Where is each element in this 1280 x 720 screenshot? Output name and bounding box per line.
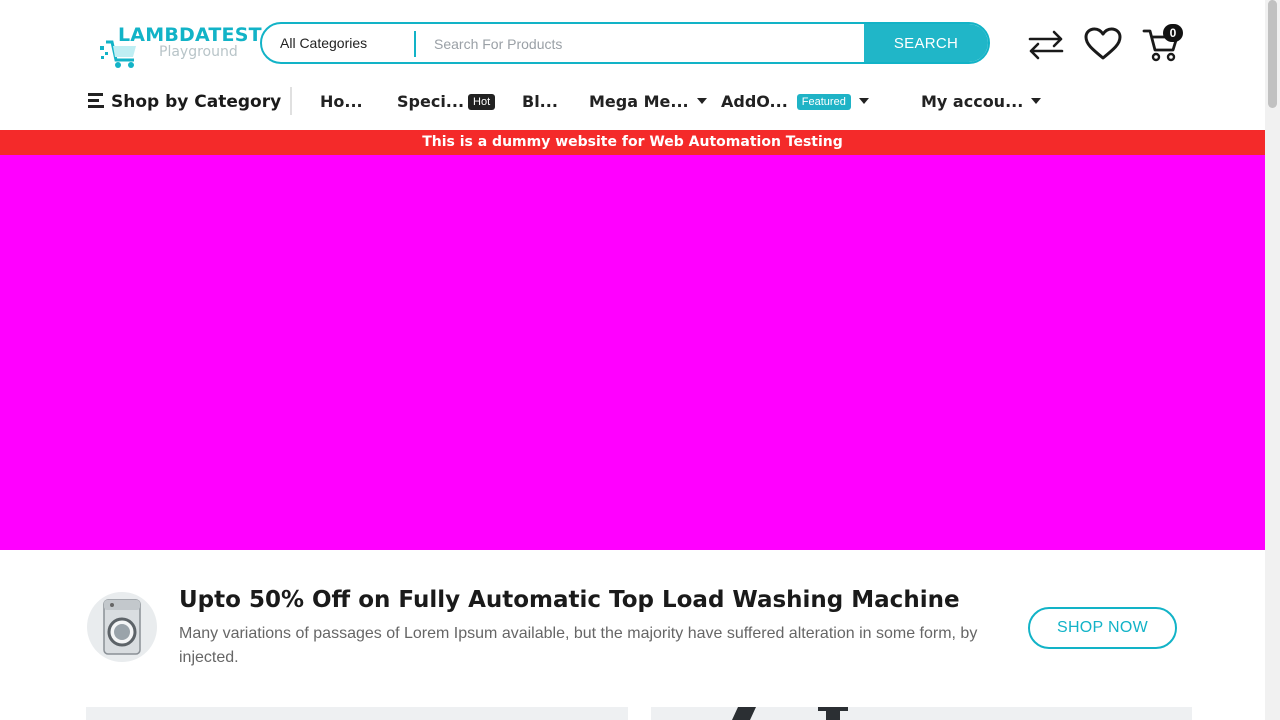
promo-section: Upto 50% Off on Fully Automatic Top Load… bbox=[0, 550, 1265, 720]
hot-badge: Hot bbox=[468, 94, 496, 110]
featured-badge: Featured bbox=[796, 94, 851, 110]
search-input[interactable] bbox=[432, 24, 866, 62]
search-divider bbox=[414, 31, 416, 57]
nav-item-label: Bl... bbox=[522, 92, 558, 111]
shop-now-button[interactable]: SHOP NOW bbox=[1028, 607, 1177, 649]
main-nav: Shop by Category Ho... Speci... Hot Bl...… bbox=[0, 86, 1265, 130]
washing-machine-icon bbox=[103, 599, 141, 655]
nav-item-label: Ho... bbox=[320, 92, 363, 111]
category-select[interactable]: All Categories bbox=[280, 24, 367, 62]
nav-item-label: Speci... bbox=[397, 92, 465, 111]
compare-icon[interactable] bbox=[1027, 30, 1065, 60]
page: LAMBDATEST Playground All Categories SEA… bbox=[0, 0, 1265, 720]
nav-item-addons[interactable]: AddO... Featured bbox=[721, 86, 869, 118]
caret-down-icon bbox=[1031, 98, 1042, 104]
scrollbar-thumb[interactable] bbox=[1268, 0, 1277, 108]
nav-separator bbox=[290, 87, 292, 115]
logo-brand-text: LAMBDATEST bbox=[118, 24, 262, 46]
product-image-partial bbox=[732, 707, 848, 720]
nav-item-my-account[interactable]: My accou... bbox=[921, 86, 1042, 118]
product-card-left[interactable] bbox=[86, 707, 628, 720]
shop-by-category[interactable]: Shop by Category bbox=[88, 86, 281, 118]
nav-item-home[interactable]: Ho... bbox=[320, 86, 363, 118]
promo-title: Upto 50% Off on Fully Automatic Top Load… bbox=[179, 587, 960, 613]
header: LAMBDATEST Playground All Categories SEA… bbox=[0, 0, 1265, 86]
hero-banner[interactable] bbox=[0, 155, 1265, 550]
nav-item-special[interactable]: Speci... Hot bbox=[397, 86, 496, 118]
logo[interactable]: LAMBDATEST Playground bbox=[98, 24, 262, 70]
search-button[interactable]: SEARCH bbox=[864, 24, 988, 62]
nav-item-blog[interactable]: Bl... bbox=[522, 86, 558, 118]
caret-down-icon bbox=[858, 98, 869, 104]
nav-item-label: Mega Me... bbox=[589, 92, 689, 111]
nav-item-label: My accou... bbox=[921, 92, 1024, 111]
washing-machine-image bbox=[87, 592, 157, 662]
notice-banner: This is a dummy website for Web Automati… bbox=[0, 130, 1265, 155]
cart-count-badge: 0 bbox=[1163, 24, 1183, 42]
nav-item-label: AddO... bbox=[721, 92, 788, 111]
search-bar: All Categories SEARCH bbox=[260, 22, 990, 64]
scrollbar-track[interactable] bbox=[1265, 0, 1280, 720]
promo-description: Many variations of passages of Lorem Ips… bbox=[179, 625, 978, 666]
nav-item-mega-menu[interactable]: Mega Me... bbox=[589, 86, 707, 118]
wishlist-heart-icon[interactable] bbox=[1084, 27, 1122, 61]
hamburger-icon bbox=[88, 93, 104, 108]
logo-sub-text: Playground bbox=[159, 44, 238, 60]
shop-by-category-label: Shop by Category bbox=[111, 92, 282, 112]
caret-down-icon bbox=[696, 98, 707, 104]
